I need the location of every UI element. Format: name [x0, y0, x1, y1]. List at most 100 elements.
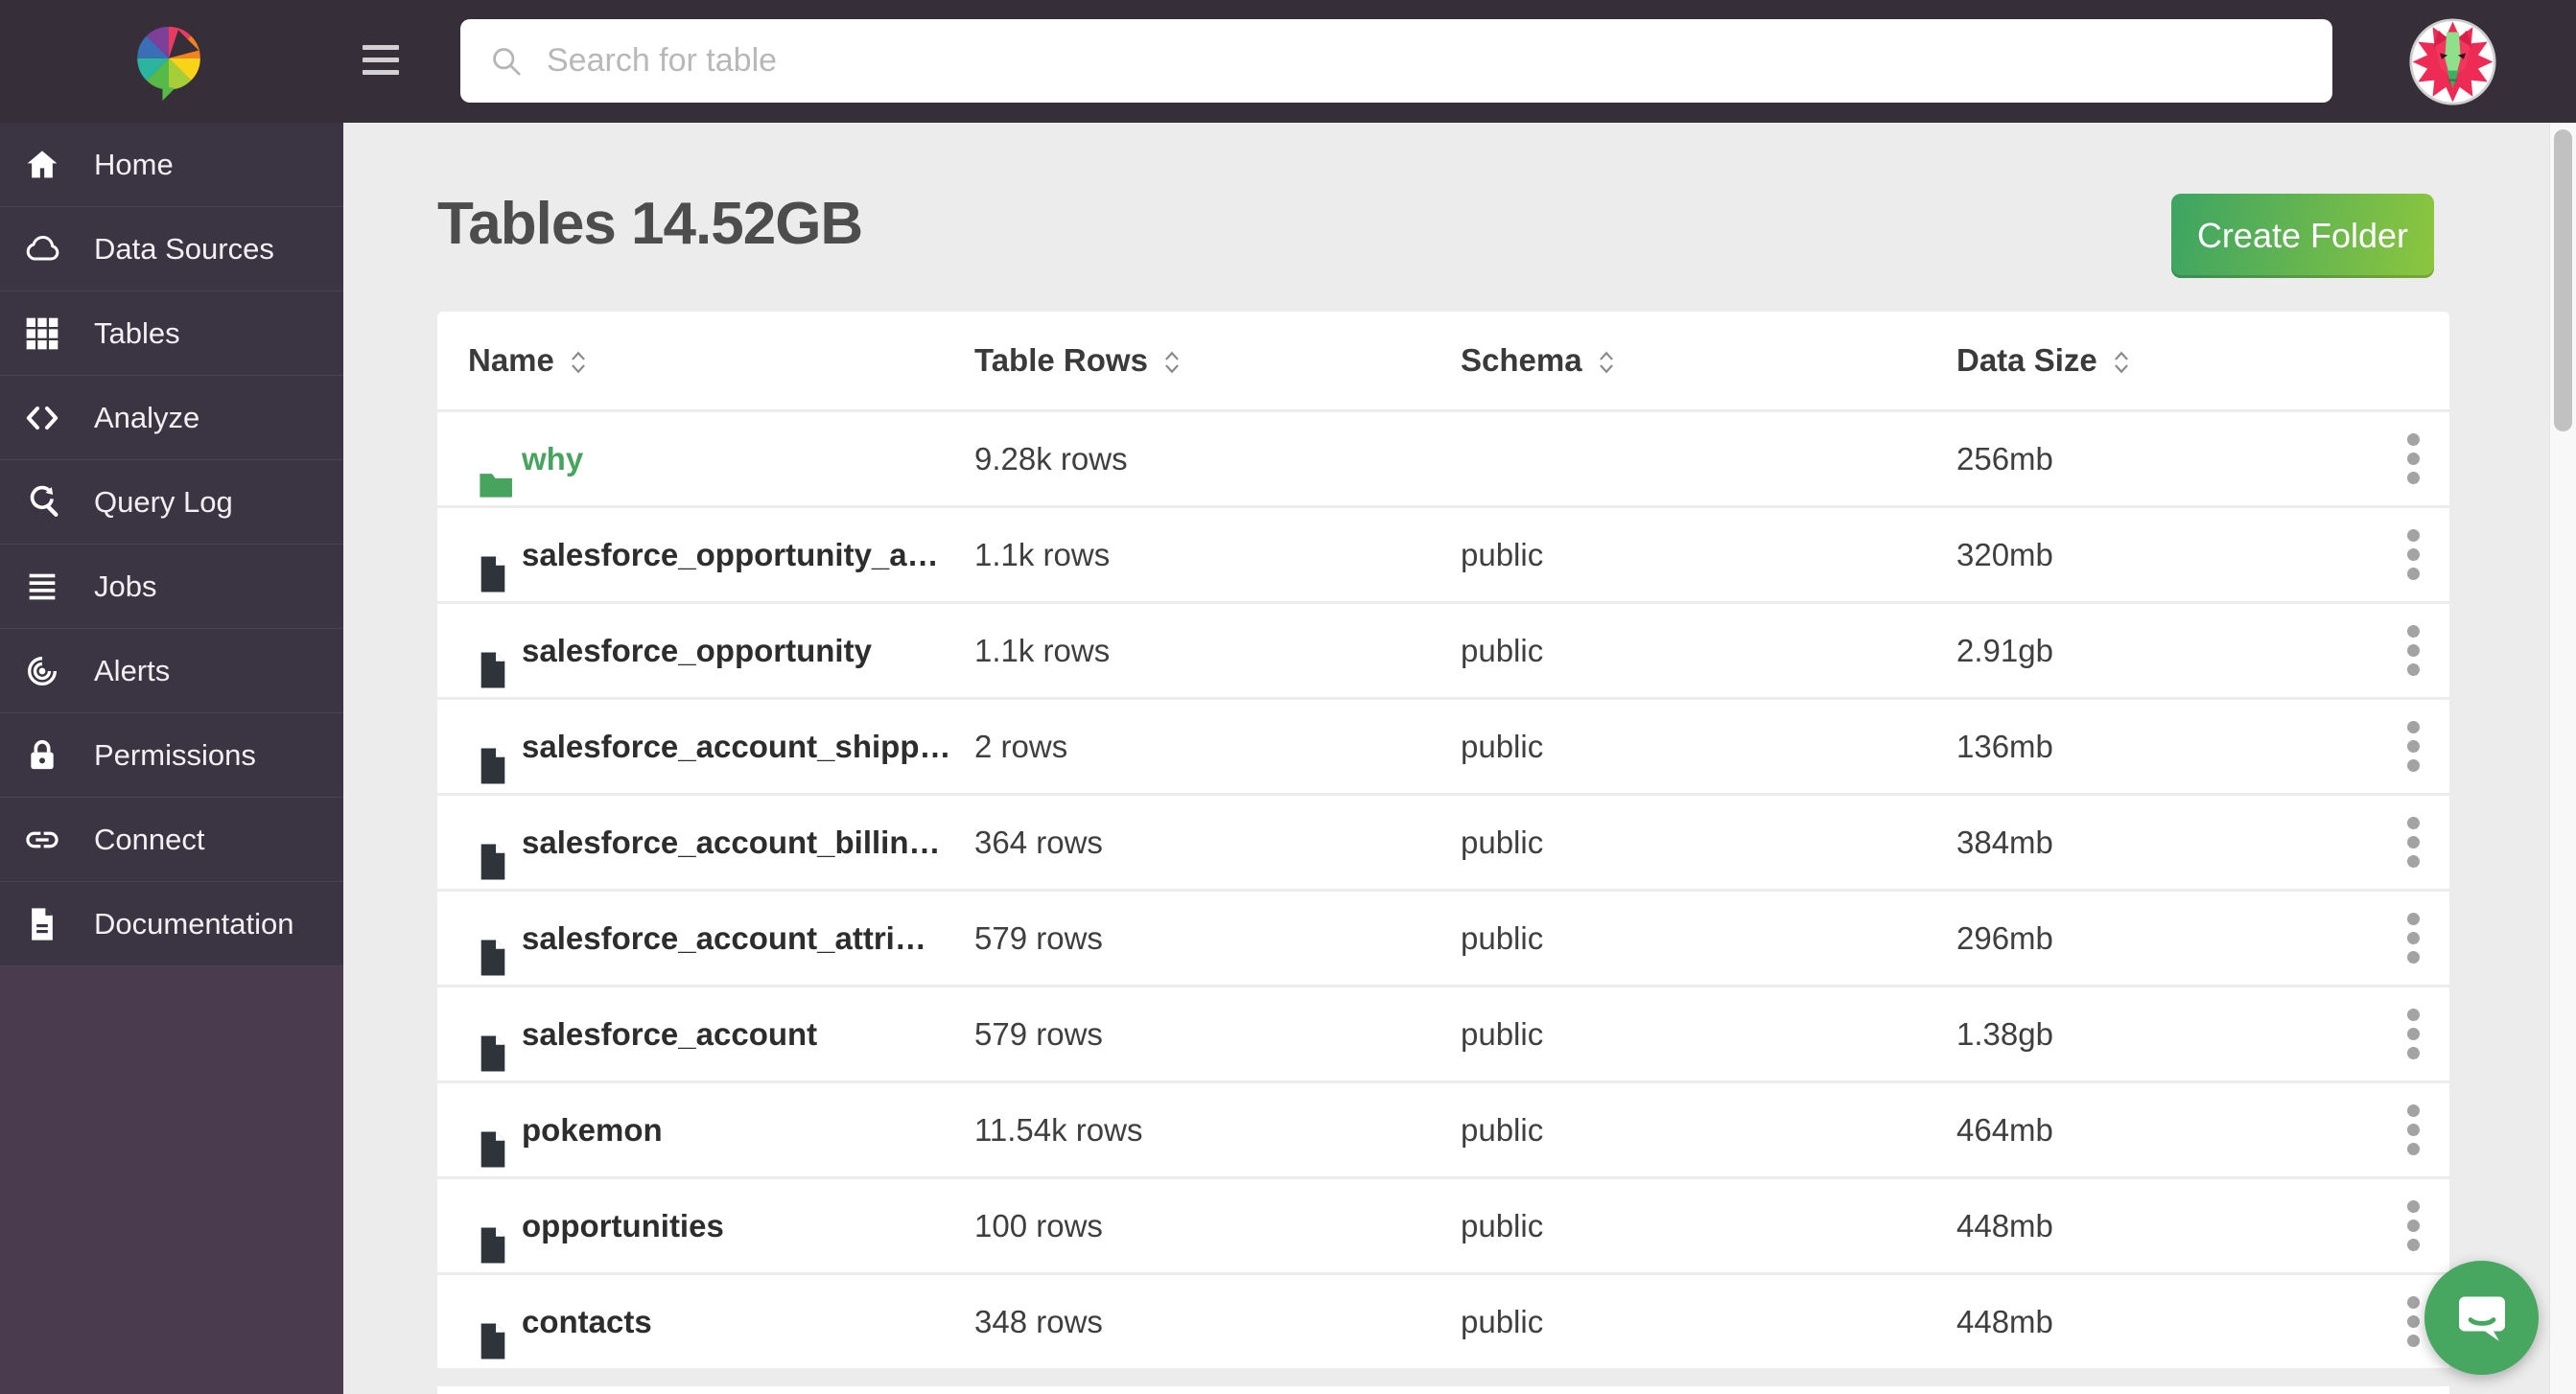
data-size-cell: 1.38gb	[1956, 987, 2053, 1080]
row-menu-button[interactable]	[2400, 1009, 2425, 1059]
row-menu-button[interactable]	[2400, 1200, 2425, 1251]
home-icon	[23, 146, 61, 184]
file-icon	[478, 728, 508, 766]
file-icon	[478, 919, 508, 958]
table-rows-cell: 364 rows	[974, 796, 1103, 889]
table-rows-cell: 1.1k rows	[974, 604, 1110, 697]
lock-icon	[23, 736, 61, 775]
sidebar-item-query-log[interactable]: Query Log	[0, 460, 343, 545]
table-row[interactable]: salesforce_opportunity 1.1k rows public …	[437, 604, 2449, 697]
table-name-link[interactable]: salesforce_account_attri…	[522, 920, 926, 956]
column-header-schema[interactable]: Schema	[1461, 312, 1617, 409]
table-name-link[interactable]: pokemon	[522, 1112, 663, 1148]
app-logo	[129, 13, 208, 109]
table-row[interactable]: pokemon 11.54k rows public 464mb	[437, 1083, 2449, 1176]
folder-icon	[478, 444, 514, 476]
row-menu-button[interactable]	[2400, 625, 2425, 676]
file-icon	[478, 536, 508, 574]
table-name-link[interactable]: salesforce_opportunity	[522, 633, 872, 668]
sidebar-item-permissions[interactable]: Permissions	[0, 713, 343, 798]
sidebar-item-home[interactable]: Home	[0, 123, 343, 207]
table-row[interactable]: salesforce_account_billin… 364 rows publ…	[437, 796, 2449, 889]
schema-cell: public	[1461, 1083, 1543, 1176]
row-menu-button[interactable]	[2400, 529, 2425, 580]
row-menu-button[interactable]	[2400, 1104, 2425, 1155]
scrollbar-thumb[interactable]	[2554, 129, 2572, 431]
table-name-link[interactable]: opportunities	[522, 1208, 724, 1243]
table-rows-cell: 348 rows	[974, 1275, 1103, 1368]
sidebar-item-tables[interactable]: Tables	[0, 291, 343, 376]
table-name-link[interactable]: salesforce_opportunity_a…	[522, 537, 939, 572]
table-rows-cell: 2 rows	[974, 700, 1067, 793]
chat-launcher-button[interactable]	[2424, 1261, 2539, 1375]
sidebar-item-data-sources[interactable]: Data Sources	[0, 207, 343, 291]
menu-icon[interactable]	[363, 45, 399, 77]
row-menu-button[interactable]	[2400, 721, 2425, 772]
table-rows-cell: 11.54k rows	[974, 1083, 1142, 1176]
sidebar-item-connect[interactable]: Connect	[0, 798, 343, 882]
data-size-cell: 256mb	[1956, 412, 2053, 505]
table-row[interactable]: contacts 348 rows public 448mb	[437, 1275, 2449, 1368]
table-row-partial	[437, 1386, 2449, 1394]
table-row[interactable]: salesforce_account_attri… 579 rows publi…	[437, 892, 2449, 985]
document-icon	[23, 905, 61, 943]
search-icon	[489, 44, 524, 79]
schema-cell: public	[1461, 892, 1543, 985]
column-header-table-rows[interactable]: Table Rows	[974, 312, 1183, 409]
table-row[interactable]: salesforce_opportunity_a… 1.1k rows publ…	[437, 508, 2449, 601]
grid-icon	[23, 314, 61, 353]
schema-cell: public	[1461, 987, 1543, 1080]
table-rows-cell: 579 rows	[974, 987, 1103, 1080]
scrollbar-track	[2549, 123, 2576, 1394]
row-menu-button[interactable]	[2400, 433, 2425, 484]
search-input[interactable]	[547, 42, 2177, 80]
sort-icon	[1161, 317, 1183, 415]
sort-icon	[2111, 317, 2132, 415]
chat-bubble-icon	[2447, 1284, 2517, 1353]
sort-icon	[568, 317, 589, 415]
row-menu-button[interactable]	[2400, 1296, 2425, 1347]
sort-icon	[1596, 317, 1617, 415]
file-icon	[478, 1207, 508, 1245]
sidebar-item-documentation[interactable]: Documentation	[0, 882, 343, 966]
data-size-cell: 464mb	[1956, 1083, 2053, 1176]
sidebar-item-analyze[interactable]: Analyze	[0, 376, 343, 460]
schema-cell: public	[1461, 508, 1543, 601]
table-rows-cell: 9.28k rows	[974, 412, 1128, 505]
row-menu-button[interactable]	[2400, 913, 2425, 964]
cloud-icon	[23, 230, 61, 268]
user-avatar[interactable]	[2409, 18, 2496, 105]
data-size-cell: 384mb	[1956, 796, 2053, 889]
table-row[interactable]: why 9.28k rows 256mb	[437, 412, 2449, 505]
data-size-cell: 296mb	[1956, 892, 2053, 985]
link-icon	[23, 821, 61, 859]
table-name-link[interactable]: contacts	[522, 1304, 652, 1339]
schema-cell: public	[1461, 1179, 1543, 1272]
table-rows-cell: 579 rows	[974, 892, 1103, 985]
file-icon	[478, 1111, 508, 1150]
radar-icon	[23, 652, 61, 690]
file-icon	[478, 632, 508, 670]
search-bar	[460, 19, 2332, 103]
list-icon	[23, 568, 61, 606]
table-row[interactable]: salesforce_account 579 rows public 1.38g…	[437, 987, 2449, 1080]
table-row[interactable]: opportunities 100 rows public 448mb	[437, 1179, 2449, 1272]
schema-cell: public	[1461, 604, 1543, 697]
file-icon	[478, 1015, 508, 1054]
column-header-name[interactable]: Name	[468, 312, 589, 409]
sidebar-item-alerts[interactable]: Alerts	[0, 629, 343, 713]
sidebar: Home Data Sources Tables Analyze Query L…	[0, 123, 343, 1394]
row-menu-button[interactable]	[2400, 817, 2425, 868]
table-name-link[interactable]: salesforce_account_shipp…	[522, 729, 951, 764]
table-rows-cell: 1.1k rows	[974, 508, 1110, 601]
create-folder-button[interactable]: Create Folder	[2171, 194, 2434, 278]
table-name-link[interactable]: salesforce_account_billin…	[522, 825, 941, 860]
data-size-cell: 2.91gb	[1956, 604, 2053, 697]
table-name-link[interactable]: salesforce_account	[522, 1016, 817, 1052]
search-history-icon	[23, 483, 61, 522]
table-rows-cell: 100 rows	[974, 1179, 1103, 1272]
sidebar-item-jobs[interactable]: Jobs	[0, 545, 343, 629]
table-name-link[interactable]: why	[522, 441, 583, 476]
column-header-data-size[interactable]: Data Size	[1956, 312, 2132, 409]
table-row[interactable]: salesforce_account_shipp… 2 rows public …	[437, 700, 2449, 793]
